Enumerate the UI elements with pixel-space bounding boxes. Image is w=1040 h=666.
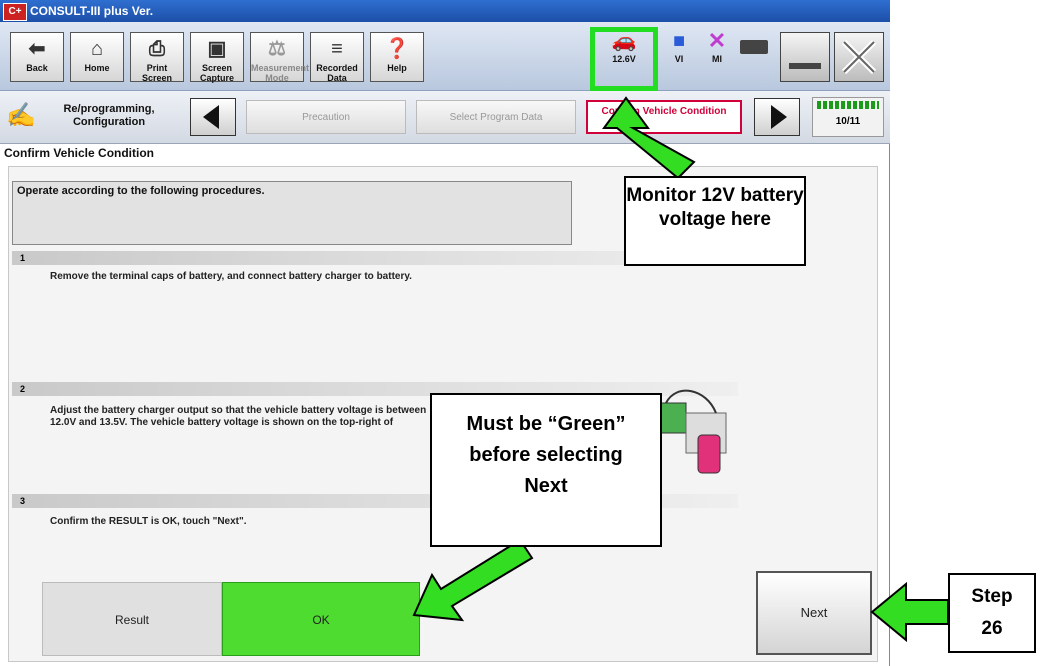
help-button[interactable]: ❓ Help [370, 32, 424, 82]
voltage-highlight-box [590, 27, 658, 91]
minimize-icon [789, 63, 821, 69]
next-step-arrow-button[interactable] [754, 98, 800, 136]
back-label: Back [26, 63, 48, 73]
step-3-text: Confirm the RESULT is OK, touch "Next". [50, 516, 247, 527]
measurement-mode-button[interactable]: ⚖ Measurement Mode [250, 32, 310, 83]
result-label: Result [42, 582, 222, 656]
right-arrow-icon [771, 105, 787, 129]
app-logo-icon: C+ [3, 3, 27, 21]
screen-capture-button[interactable]: ▣ Screen Capture [190, 32, 244, 83]
step-precaution[interactable]: Precaution [246, 100, 406, 134]
back-button[interactable]: ⬅ Back [10, 32, 64, 82]
vi-label: VI [674, 54, 684, 64]
previous-step-button[interactable] [190, 98, 236, 136]
home-icon: ⌂ [90, 38, 104, 60]
step-counter: 10/11 [835, 116, 861, 127]
consult-window: C+ CONSULT-III plus Ver. ⬅ Back ⌂ Home ⎙… [0, 0, 890, 666]
progress-bars [817, 101, 879, 109]
title-bar: C+ CONSULT-III plus Ver. [0, 0, 890, 22]
next-button[interactable]: Next [756, 571, 872, 655]
mi-label: MI [712, 54, 722, 64]
print-screen-button[interactable]: ⎙ Print Screen [130, 32, 184, 83]
print-screen-label: Print Screen [141, 63, 173, 83]
close-button[interactable] [834, 32, 884, 82]
monitor-voltage-callout: Monitor 12V battery voltage here [624, 176, 806, 266]
screen-capture-label: Screen Capture [199, 63, 234, 83]
instruction-box: Operate according to the following proce… [12, 181, 572, 245]
vi-connector-icon: ■ [672, 30, 686, 52]
step-progress: 10/11 [812, 97, 884, 137]
close-icon [841, 39, 877, 75]
battery-shape [740, 40, 768, 54]
recorded-data-label: Recorded Data [316, 63, 358, 83]
minimize-button[interactable] [780, 32, 830, 82]
printer-icon: ⎙ [149, 38, 165, 60]
navigation-bar: ✍ Re/programming, Configuration Precauti… [0, 91, 890, 144]
camera-icon: ▣ [207, 38, 227, 60]
mi-cross-icon: ✕ [707, 28, 727, 53]
recorded-data-button[interactable]: ≡ Recorded Data [310, 32, 364, 83]
step-select-program-data[interactable]: Select Program Data [416, 100, 576, 134]
reprogramming-icon: ✍ [6, 102, 36, 129]
help-label: Help [387, 63, 407, 73]
home-button[interactable]: ⌂ Home [70, 32, 124, 82]
mi-indicator: ✕ MI [702, 28, 732, 64]
vi-indicator: ■ VI [664, 28, 694, 64]
help-icon: ❓ [384, 38, 410, 60]
left-arrow-icon [203, 105, 219, 129]
must-be-green-callout: Must be “Green” before selecting Next [430, 393, 662, 547]
battery-icon [740, 40, 772, 54]
back-arrow-icon: ⬅ [28, 38, 46, 60]
step-26-callout: Step 26 [948, 573, 1036, 653]
step-1-text: Remove the terminal caps of battery, and… [50, 271, 412, 282]
mode-label: Re/programming, Configuration [63, 103, 155, 128]
result-ok-indicator: OK [222, 582, 420, 656]
step-confirm-vehicle-condition[interactable]: Confirm Vehicle Condition [586, 100, 742, 134]
home-label: Home [84, 63, 110, 73]
measurement-icon: ⚖ [268, 38, 286, 60]
step-2-text: Adjust the battery charger output so tha… [50, 405, 427, 428]
page-title: Confirm Vehicle Condition [4, 146, 155, 160]
measurement-mode-label: Measurement Mode [251, 63, 310, 83]
recorded-data-icon: ≡ [331, 38, 343, 60]
window-title: CONSULT-III plus Ver. [30, 4, 154, 18]
toolbar: ⬅ Back ⌂ Home ⎙ Print Screen ▣ Screen Ca… [0, 22, 890, 91]
